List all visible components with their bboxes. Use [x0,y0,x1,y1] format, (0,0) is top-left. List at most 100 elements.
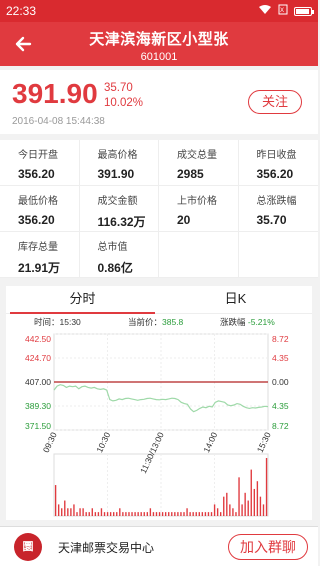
stat-value: 391.90 [97,167,135,181]
x-tick-label: 15:30 [255,430,273,454]
volume-bar [73,504,75,516]
join-chat-button[interactable]: 加入群聊 [228,534,308,560]
y-left-tick-label: 389.30 [25,401,51,411]
volume-bar [140,512,142,516]
price-change: 35.70 10.02% [104,81,143,111]
product-code: 601001 [140,51,178,63]
x-tick-label: 10:30 [94,430,112,454]
stat-label: 今日开盘 [18,150,58,161]
follow-button[interactable]: 关注 [248,90,302,114]
volume-bar [171,512,173,516]
volume-bar [250,469,252,516]
stat-label: 昨日收盘 [256,150,297,161]
volume-bar [82,508,84,516]
volume-bar [134,512,136,516]
stat-listing-price: 上市价格 20 [159,186,239,232]
stat-value: 356.20 [18,167,55,181]
stat-value: 116.32万 [97,215,146,229]
volume-bar [122,512,124,516]
volume-bar [168,512,170,516]
y-left-tick-label: 424.70 [25,353,51,363]
chart-current-price: 当前价：385.8 [128,316,183,328]
stat-label: 最低价格 [18,196,58,207]
chart-change: 涨跌幅 -5.21% [220,316,275,328]
x-tick-label: 09:30 [41,430,59,454]
volume-bar [204,512,207,516]
volume-bar [198,512,200,516]
volume-bar [119,508,121,516]
volume-bar [235,512,237,516]
volume-bar [155,512,158,516]
back-button[interactable] [10,30,38,58]
intraday-chart[interactable]: 442.50 8.72 424.70 4.35 407.00 0.00 389.30 4.35… [6,330,312,520]
volume-bar [207,512,210,516]
y-right-tick-label: 4.35 [272,401,289,411]
volume-bar [241,504,243,516]
volume-bar [247,500,249,516]
stat-label: 上市价格 [177,196,217,207]
volume-bar [183,512,185,516]
stat-value: 356.20 [18,213,55,227]
page-title: 天津滨海新区小型张 [89,31,229,48]
volume-bar [223,496,225,516]
stat-value: 20 [177,213,191,227]
stat-market-cap: 总市值 0.86亿 [79,232,159,278]
volume-bar [103,512,106,516]
tab-kline[interactable]: 日K [159,286,312,313]
stat-label: 总市值 [97,242,128,253]
volume-bar [213,504,216,516]
stat-volume: 成交总量 2985 [159,140,239,186]
volume-bar [61,508,63,516]
status-bar: 22:33 X [0,0,318,22]
stats-grid: 今日开盘 356.20 最高价格 391.90 成交总量 2985 昨日收盘 356.2… [0,140,318,278]
x-tick-label: 14:00 [201,430,219,454]
tab-intraday[interactable]: 分时 [6,286,159,314]
volume-bar [137,512,139,516]
volume-bar [70,508,72,516]
volume-bar [67,508,69,516]
y-right-tick-label: 8.72 [272,421,289,431]
volume-bar [161,512,164,516]
volume-bar [238,477,240,516]
y-left-tick-label: 407.00 [25,377,51,387]
page-header: 天津滨海新区小型张 601001 [0,22,318,66]
stat-turnover: 成交金额 116.32万 [79,186,159,232]
volume-bar [57,504,60,516]
stat-value: 35.70 [256,213,287,227]
volume-bar [125,512,127,516]
volume-bar [152,512,155,516]
stat-value: 0.86亿 [97,261,133,275]
y-right-tick-label: 8.72 [272,334,289,344]
stat-inventory: 库存总量 21.91万 [0,232,80,278]
volume-bar [85,512,87,516]
chart-panel: 分时 日K 时间：15:30 当前价：385.8 涨跌幅 -5.21% 442.… [6,286,312,520]
volume-bar [164,512,167,516]
volume-bar [253,488,256,516]
volume-bar [94,512,97,516]
org-name: 天津邮票交易中心 [58,541,155,555]
volume-bar [226,492,228,516]
volume-bar [88,512,90,516]
stat-low: 最低价格 356.20 [0,186,80,232]
volume-bar [131,512,133,516]
stat-total-change: 总涨跌幅 35.70 [238,186,318,232]
volume-bar [256,481,259,516]
volume-bar [220,512,222,516]
volume-bar [201,512,204,516]
y-left-tick-label: 371.50 [25,421,51,431]
volume-bar [54,485,57,516]
volume-bar [76,512,78,516]
volume-bar [229,504,231,516]
chart-time: 时间：15:30 [34,317,81,327]
status-time: 22:33 [6,4,37,18]
stat-empty [159,232,239,278]
change-label: 涨跌幅 [220,317,246,327]
stat-empty [238,232,318,278]
svg-text:X: X [280,8,284,14]
volume-bar [146,512,149,516]
wifi-icon [258,4,272,18]
current-price-value: 385.8 [162,317,184,327]
volume-bar [143,512,145,516]
battery-icon [294,6,314,16]
x-tick-label: 11:30/13:00 [138,430,166,475]
